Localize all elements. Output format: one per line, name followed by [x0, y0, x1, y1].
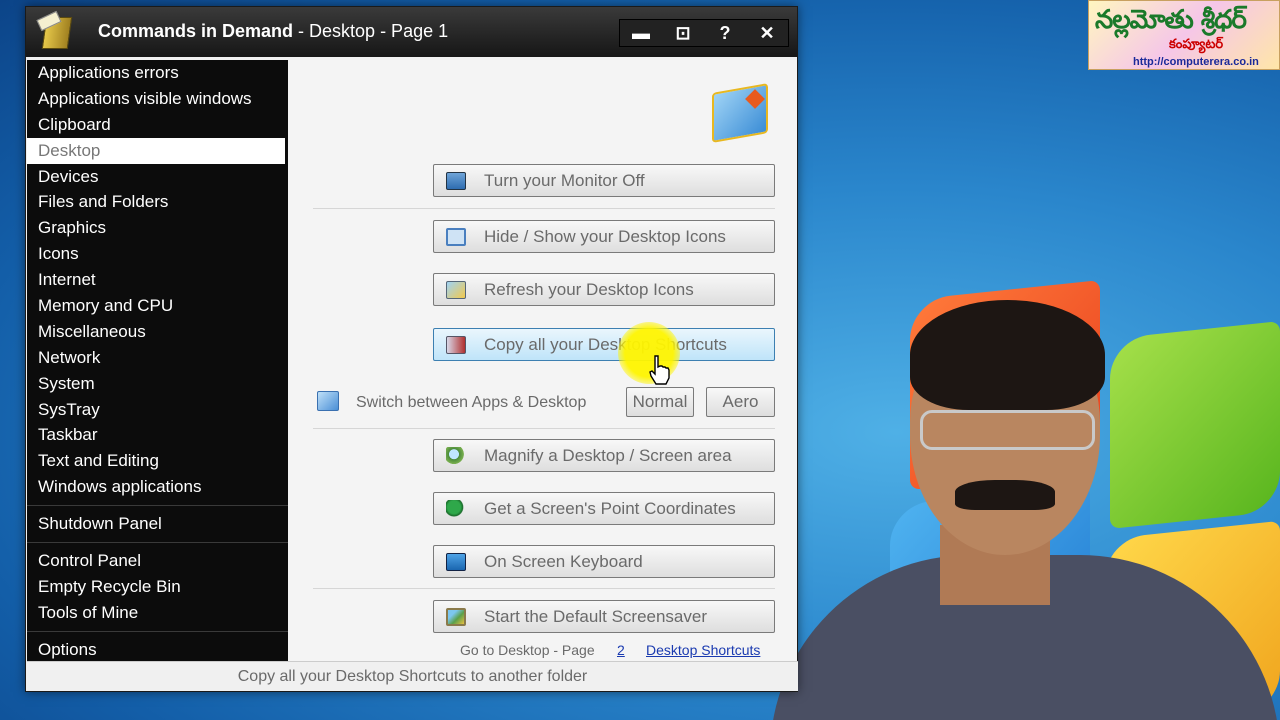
watermark-url: http://computerera.co.in [1133, 56, 1259, 68]
copy-desktop-shortcuts-label: Copy all your Desktop Shortcuts [484, 334, 727, 354]
desktop-shortcuts-link[interactable]: Desktop Shortcuts [646, 642, 760, 658]
start-screensaver-label: Start the Default Screensaver [484, 606, 708, 626]
switch-aero-button[interactable]: Aero [706, 387, 775, 417]
category-list: Applications errors Applications visible… [27, 60, 288, 500]
status-bar: Copy all your Desktop Shortcuts to anoth… [27, 661, 798, 691]
sidebar-item-network[interactable]: Network [27, 345, 288, 371]
monitor-icon [446, 171, 466, 190]
desktop-category-icon [710, 83, 770, 143]
sidebar-item-files-and-folders[interactable]: Files and Folders [27, 189, 288, 215]
title-bar[interactable]: Commands in Demand - Desktop - Page 1 ▬ … [26, 7, 797, 57]
app-cube-icon [36, 10, 80, 53]
sidebar-item-devices[interactable]: Devices [27, 164, 288, 190]
sidebar-divider [27, 505, 288, 507]
point-coordinates-icon [446, 499, 466, 518]
turn-monitor-off-button[interactable]: Turn your Monitor Off [433, 164, 775, 197]
screen-point-coordinates-label: Get a Screen's Point Coordinates [484, 498, 736, 518]
divider [313, 588, 775, 589]
app-name: Commands in Demand [98, 21, 294, 41]
sidebar-item-icons[interactable]: Icons [27, 241, 288, 267]
sidebar-item-shutdown-panel[interactable]: Shutdown Panel [27, 511, 288, 537]
command-panel: Turn your Monitor Off Hide / Show your D… [288, 60, 797, 661]
sidebar-item-windows-applications[interactable]: Windows applications [27, 474, 288, 500]
sidebar-item-miscellaneous[interactable]: Miscellaneous [27, 319, 288, 345]
sidebar-item-internet[interactable]: Internet [27, 267, 288, 293]
hide-show-desktop-icons-button[interactable]: Hide / Show your Desktop Icons [433, 220, 775, 253]
presenter-video [770, 295, 1280, 720]
category-sidebar: Applications errors Applications visible… [27, 60, 288, 661]
sidebar-item-applications-visible-windows[interactable]: Applications visible windows [27, 86, 288, 112]
refresh-desktop-icons-label: Refresh your Desktop Icons [484, 279, 694, 299]
desktop-icons-icon [446, 227, 466, 246]
refresh-desktop-icons-button[interactable]: Refresh your Desktop Icons [433, 273, 775, 306]
help-button[interactable]: ? [704, 20, 746, 46]
sidebar-item-taskbar[interactable]: Taskbar [27, 422, 288, 448]
sidebar-divider [27, 630, 288, 632]
divider [313, 208, 775, 209]
magnify-screen-area-button[interactable]: Magnify a Desktop / Screen area [433, 439, 775, 472]
sidebar-divider [27, 542, 288, 544]
sidebar-item-system[interactable]: System [27, 371, 288, 397]
sidebar-item-control-panel[interactable]: Control Panel [27, 548, 288, 574]
sidebar-item-options[interactable]: Options [27, 637, 288, 663]
options-group: Options [27, 637, 288, 663]
minimize-button[interactable]: ▬ [620, 20, 662, 46]
on-screen-keyboard-button[interactable]: On Screen Keyboard [433, 545, 775, 578]
app-window: Commands in Demand - Desktop - Page 1 ▬ … [25, 6, 798, 692]
magnifier-icon [446, 446, 466, 465]
switch-windows-icon [317, 391, 339, 411]
sidebar-item-desktop[interactable]: Desktop [27, 137, 285, 164]
window-title: Commands in Demand - Desktop - Page 1 [98, 21, 448, 42]
sidebar-item-memory-and-cpu[interactable]: Memory and CPU [27, 293, 288, 319]
switch-normal-button[interactable]: Normal [626, 387, 694, 417]
tools-group: Control Panel Empty Recycle Bin Tools of… [27, 548, 288, 626]
maximize-button[interactable]: ⊡ [662, 20, 704, 46]
goto-page-text: Go to Desktop - Page [460, 642, 595, 658]
switch-apps-desktop-label: Switch between Apps & Desktop [356, 394, 587, 411]
channel-watermark: నల్లమోతు శ్రీధర్ కంప్యూటర్ http://comput… [1088, 0, 1280, 70]
page-title: Desktop - Page 1 [309, 21, 449, 41]
switch-apps-desktop-row: Switch between Apps & Desktop Normal Aer… [313, 385, 775, 419]
title-separator: - [293, 21, 310, 41]
watermark-subtitle: కంప్యూటర్ [1169, 37, 1224, 52]
hide-show-desktop-icons-label: Hide / Show your Desktop Icons [484, 226, 726, 246]
magnify-screen-area-label: Magnify a Desktop / Screen area [484, 445, 732, 465]
copy-desktop-shortcuts-button[interactable]: Copy all your Desktop Shortcuts [433, 328, 775, 361]
turn-monitor-off-label: Turn your Monitor Off [484, 170, 645, 190]
watermark-title: నల్లమోతు శ్రీధర్ [1095, 5, 1247, 35]
divider [313, 428, 775, 429]
window-controls: ▬ ⊡ ? ✕ [619, 19, 789, 47]
sidebar-item-systray[interactable]: SysTray [27, 397, 288, 423]
copy-shortcuts-icon [446, 335, 466, 354]
page-2-link[interactable]: 2 [617, 642, 625, 658]
screensaver-icon [446, 607, 466, 626]
start-screensaver-button[interactable]: Start the Default Screensaver [433, 600, 775, 633]
keyboard-icon [446, 552, 466, 571]
sidebar-item-applications-errors[interactable]: Applications errors [27, 60, 288, 86]
sidebar-item-graphics[interactable]: Graphics [27, 215, 288, 241]
screen-point-coordinates-button[interactable]: Get a Screen's Point Coordinates [433, 492, 775, 525]
on-screen-keyboard-label: On Screen Keyboard [484, 551, 643, 571]
sidebar-item-clipboard[interactable]: Clipboard [27, 112, 288, 138]
shutdown-group: Shutdown Panel [27, 511, 288, 537]
sidebar-item-empty-recycle-bin[interactable]: Empty Recycle Bin [27, 574, 288, 600]
refresh-icon [446, 280, 466, 299]
sidebar-item-text-and-editing[interactable]: Text and Editing [27, 448, 288, 474]
sidebar-item-tools-of-mine[interactable]: Tools of Mine [27, 600, 288, 626]
close-button[interactable]: ✕ [746, 20, 788, 46]
